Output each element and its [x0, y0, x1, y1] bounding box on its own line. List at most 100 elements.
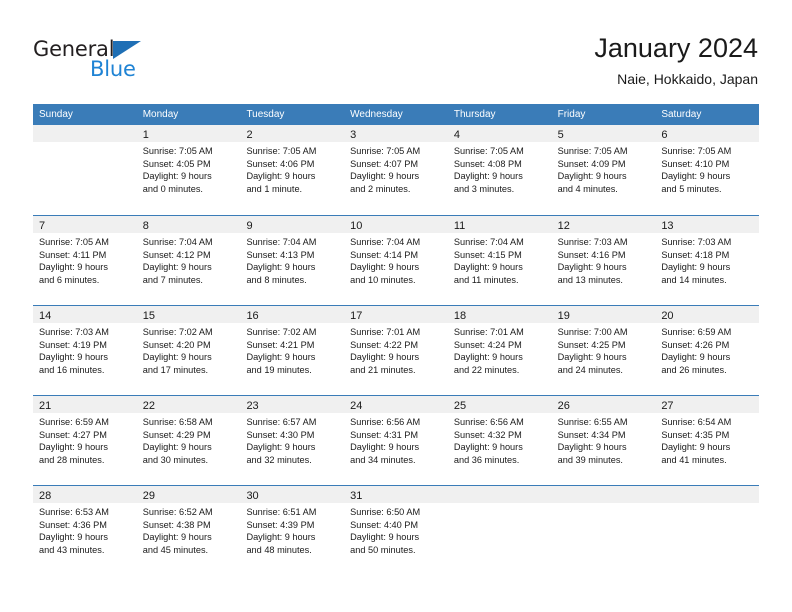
- day-number-band: 3: [344, 125, 448, 142]
- general-blue-logo[interactable]: General Blue: [33, 38, 173, 84]
- daylight-line-cont: and 4 minutes.: [557, 183, 618, 194]
- day-cell-31[interactable]: 31 Sunrise: 6:50 AM Sunset: 4:40 PM Dayligh…: [344, 486, 448, 575]
- sunrise-line: Sunrise: 7:05 AM: [453, 146, 524, 156]
- day-number-band: 7: [33, 216, 137, 233]
- calendar-grid: Sunday Monday Tuesday Wednesday Thursday Frid…: [33, 104, 760, 575]
- daylight-line: Daylight: 9 hours: [246, 442, 316, 453]
- day-cell-30[interactable]: 30 Sunrise: 6:51 AM Sunset: 4:39 PM Dayligh…: [240, 486, 345, 575]
- day-cell-4[interactable]: 4 Sunrise: 7:05 AM Sunset: 4:08 PM Daylight…: [447, 125, 552, 215]
- day-cell-26[interactable]: 26 Sunrise: 6:55 AM Sunset: 4:34 PM Dayligh…: [551, 396, 656, 485]
- day-cell-23[interactable]: 23 Sunrise: 6:57 AM Sunset: 4:30 PM Dayligh…: [240, 396, 345, 485]
- sunrise-line: Sunrise: 7:03 AM: [557, 237, 628, 247]
- day-cell-24[interactable]: 24 Sunrise: 6:56 AM Sunset: 4:31 PM Dayligh…: [344, 396, 448, 485]
- daylight-line-cont: and 5 minutes.: [661, 183, 722, 194]
- day-number: 7: [39, 220, 46, 232]
- sunset-line: Sunset: 4:29 PM: [142, 429, 211, 440]
- day-cell-5[interactable]: 5 Sunrise: 7:05 AM Sunset: 4:09 PM Daylight…: [551, 125, 656, 215]
- day-cell-7[interactable]: 7 Sunrise: 7:05 AM Sunset: 4:11 PM Daylight…: [33, 216, 137, 305]
- day-details: Sunrise: 6:53 AM Sunset: 4:36 PM Daylight:…: [33, 503, 137, 556]
- day-cell-10[interactable]: 10 Sunrise: 7:04 AM Sunset: 4:14 PM Dayligh…: [344, 216, 448, 305]
- day-number-band: 17: [344, 306, 448, 323]
- daylight-line-cont: and 30 minutes.: [142, 454, 209, 465]
- day-cell-3[interactable]: 3 Sunrise: 7:05 AM Sunset: 4:07 PM Daylight…: [344, 125, 448, 215]
- day-cell-16[interactable]: 16 Sunrise: 7:02 AM Sunset: 4:21 PM Dayligh…: [240, 306, 345, 395]
- daylight-line-cont: and 19 minutes.: [246, 364, 312, 375]
- sunrise-line: Sunrise: 6:54 AM: [661, 417, 732, 427]
- day-cell-2[interactable]: 2 Sunrise: 7:05 AM Sunset: 4:06 PM Daylight…: [240, 125, 345, 215]
- day-cell-25[interactable]: 25 Sunrise: 6:56 AM Sunset: 4:32 PM Dayligh…: [447, 396, 552, 485]
- day-number: 11: [453, 220, 466, 232]
- day-cell-22[interactable]: 22 Sunrise: 6:58 AM Sunset: 4:29 PM Dayligh…: [136, 396, 241, 485]
- day-number: 21: [39, 400, 52, 412]
- sunset-line: Sunset: 4:14 PM: [350, 249, 419, 260]
- sunrise-line: Sunrise: 7:03 AM: [661, 237, 732, 247]
- daylight-line: Daylight: 9 hours: [453, 352, 523, 363]
- day-number: 8: [142, 220, 149, 232]
- day-number: 29: [142, 490, 155, 502]
- daylight-line-cont: and 13 minutes.: [557, 274, 623, 285]
- day-cell-6[interactable]: 6 Sunrise: 7:05 AM Sunset: 4:10 PM Daylight…: [655, 125, 760, 215]
- daylight-line: Daylight: 9 hours: [142, 352, 212, 363]
- day-cell-17[interactable]: 17 Sunrise: 7:01 AM Sunset: 4:22 PM Dayligh…: [344, 306, 448, 395]
- day-cell-18[interactable]: 18 Sunrise: 7:01 AM Sunset: 4:24 PM Dayligh…: [447, 306, 552, 395]
- day-cell-28[interactable]: 28 Sunrise: 6:53 AM Sunset: 4:36 PM Dayligh…: [33, 486, 137, 575]
- daylight-line-cont: and 1 minute.: [246, 183, 303, 194]
- daylight-line: Daylight: 9 hours: [350, 352, 420, 363]
- day-details: [33, 142, 137, 145]
- sunrise-line: Sunrise: 6:53 AM: [39, 507, 109, 517]
- daylight-line-cont: and 32 minutes.: [246, 454, 312, 465]
- daylight-line-cont: and 24 minutes.: [557, 364, 623, 375]
- day-details: Sunrise: 7:01 AM Sunset: 4:22 PM Daylight:…: [344, 323, 448, 376]
- daylight-line-cont: and 2 minutes.: [350, 183, 411, 194]
- day-details: Sunrise: 7:04 AM Sunset: 4:13 PM Daylight:…: [240, 233, 344, 286]
- day-number-band: 5: [551, 125, 656, 142]
- day-cell-1[interactable]: 1 Sunrise: 7:05 AM Sunset: 4:05 PM Daylight…: [136, 125, 241, 215]
- day-details: Sunrise: 7:05 AM Sunset: 4:07 PM Daylight:…: [344, 142, 448, 195]
- day-number-band: 28: [33, 486, 137, 503]
- daylight-line: Daylight: 9 hours: [39, 262, 108, 273]
- day-number-band: 2: [240, 125, 345, 142]
- sunset-line: Sunset: 4:34 PM: [557, 429, 626, 440]
- daylight-line-cont: and 3 minutes.: [453, 183, 515, 194]
- day-cell-21[interactable]: 21 Sunrise: 6:59 AM Sunset: 4:27 PM Dayligh…: [33, 396, 137, 485]
- day-cell-15[interactable]: 15 Sunrise: 7:02 AM Sunset: 4:20 PM Dayligh…: [136, 306, 241, 395]
- day-cell-13[interactable]: 13 Sunrise: 7:03 AM Sunset: 4:18 PM Dayligh…: [655, 216, 760, 305]
- sunset-line: Sunset: 4:09 PM: [557, 158, 626, 169]
- day-number: 26: [557, 400, 570, 412]
- daylight-line-cont: and 45 minutes.: [142, 544, 209, 555]
- day-number-band: 12: [551, 216, 656, 233]
- day-number-band: 20: [655, 306, 760, 323]
- day-number-band: 23: [240, 396, 345, 413]
- day-number: 18: [453, 310, 467, 322]
- daylight-line-cont: and 8 minutes.: [246, 274, 307, 285]
- day-number-band: 26: [551, 396, 656, 413]
- day-cell-20[interactable]: 20 Sunrise: 6:59 AM Sunset: 4:26 PM Dayligh…: [655, 306, 760, 395]
- day-details: Sunrise: 6:58 AM Sunset: 4:29 PM Daylight:…: [137, 413, 241, 466]
- day-number: 2: [246, 129, 253, 141]
- day-cell-12[interactable]: 12 Sunrise: 7:03 AM Sunset: 4:16 PM Dayligh…: [551, 216, 656, 305]
- day-cell-8[interactable]: 8 Sunrise: 7:04 AM Sunset: 4:12 PM Daylight…: [136, 216, 241, 305]
- weekday-header-thursday: Thursday: [453, 109, 496, 120]
- day-number-band: [655, 486, 760, 503]
- day-cell-11[interactable]: 11 Sunrise: 7:04 AM Sunset: 4:15 PM Dayligh…: [447, 216, 552, 305]
- day-number: 6: [661, 129, 668, 141]
- sunset-line: Sunset: 4:19 PM: [39, 339, 107, 350]
- day-details: Sunrise: 6:59 AM Sunset: 4:27 PM Daylight:…: [33, 413, 137, 466]
- calendar-week-row: 7 Sunrise: 7:05 AM Sunset: 4:11 PM Daylight…: [33, 215, 760, 305]
- day-details: Sunrise: 7:03 AM Sunset: 4:19 PM Daylight:…: [33, 323, 137, 376]
- day-number: 24: [350, 400, 363, 412]
- day-details: [448, 503, 552, 506]
- calendar-week-row: 14 Sunrise: 7:03 AM Sunset: 4:19 PM Dayligh…: [33, 305, 760, 395]
- sunrise-line: Sunrise: 7:02 AM: [142, 327, 213, 337]
- daylight-line: Daylight: 9 hours: [39, 352, 108, 363]
- day-details: Sunrise: 6:56 AM Sunset: 4:32 PM Daylight:…: [448, 413, 552, 466]
- day-cell-19[interactable]: 19 Sunrise: 7:00 AM Sunset: 4:25 PM Dayligh…: [551, 306, 656, 395]
- day-cell-9[interactable]: 9 Sunrise: 7:04 AM Sunset: 4:13 PM Daylight…: [240, 216, 345, 305]
- day-cell-27[interactable]: 27 Sunrise: 6:54 AM Sunset: 4:35 PM Dayligh…: [655, 396, 760, 485]
- day-cell-29[interactable]: 29 Sunrise: 6:52 AM Sunset: 4:38 PM Dayligh…: [136, 486, 241, 575]
- day-cell-14[interactable]: 14 Sunrise: 7:03 AM Sunset: 4:19 PM Dayligh…: [33, 306, 137, 395]
- day-details: Sunrise: 7:01 AM Sunset: 4:24 PM Daylight:…: [448, 323, 552, 376]
- sunrise-line: Sunrise: 7:05 AM: [39, 237, 109, 247]
- daylight-line-cont: and 43 minutes.: [39, 544, 105, 555]
- daylight-line: Daylight: 9 hours: [142, 171, 212, 182]
